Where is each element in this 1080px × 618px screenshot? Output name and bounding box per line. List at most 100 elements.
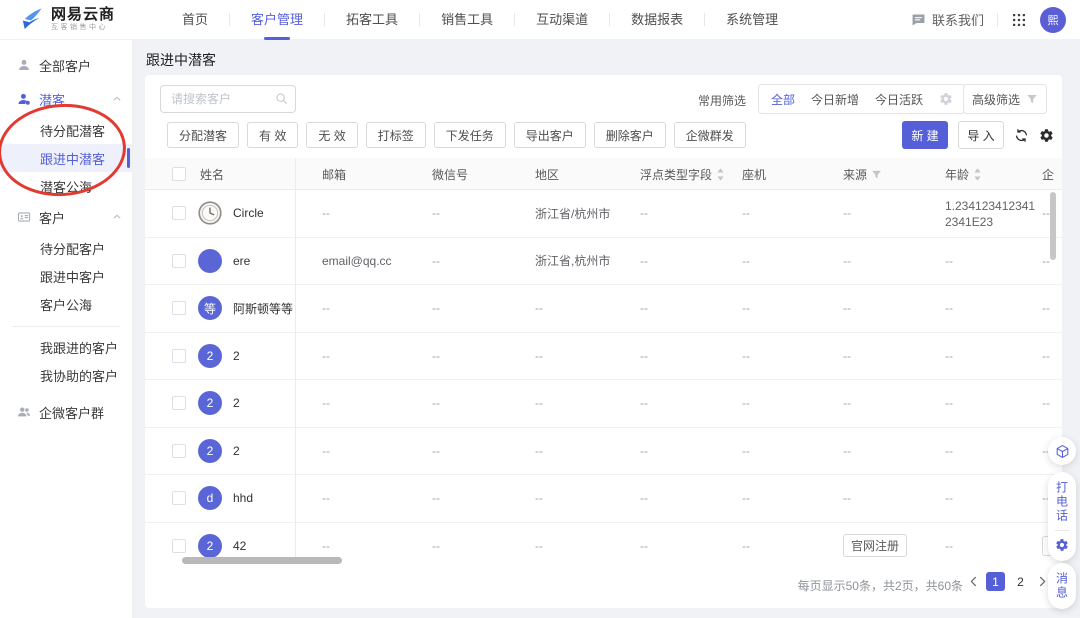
row-checkbox[interactable]	[172, 206, 186, 220]
cell-name[interactable]: 2	[233, 380, 240, 427]
dispatch-task-button[interactable]: 下发任务	[434, 122, 506, 148]
sidebar-item-wecom-customer-groups[interactable]: 企微客户群	[0, 395, 132, 429]
cell-name[interactable]: Circle	[233, 190, 264, 237]
funnel-icon	[1026, 93, 1038, 105]
page-button-2[interactable]: 2	[1011, 572, 1030, 591]
sidebar-item-pending-customers[interactable]: 待分配客户	[0, 234, 132, 262]
nav-item-interaction-channels[interactable]: 互动渠道	[515, 0, 609, 40]
page-button-1[interactable]: 1	[986, 572, 1005, 591]
filter-settings-gear-icon[interactable]	[939, 92, 953, 106]
row-checkbox[interactable]	[172, 539, 186, 553]
cell-name[interactable]: hhd	[233, 475, 253, 522]
row-checkbox[interactable]	[172, 491, 186, 505]
cell-wechat: --	[432, 380, 529, 427]
avatar	[198, 249, 222, 273]
wecom-group-send-button[interactable]: 企微群发	[674, 122, 746, 148]
export-customers-button[interactable]: 导出客户	[514, 122, 586, 148]
cell-float-field: --	[640, 428, 736, 475]
cell-landline: --	[742, 523, 837, 558]
cell-age: --	[945, 285, 1037, 332]
nav-item-system-management[interactable]: 系统管理	[705, 0, 799, 40]
sidebar-item-my-assisted-customers[interactable]: 我协助的客户	[0, 361, 132, 389]
sidebar-item-prospect-pool[interactable]: 潜客公海	[0, 172, 132, 200]
column-header-age[interactable]: 年龄	[945, 158, 982, 190]
divider	[1055, 530, 1069, 531]
avatar: 2	[198, 344, 222, 368]
vertical-scrollbar-thumb[interactable]	[1050, 192, 1056, 260]
nav-item-acquisition-tools[interactable]: 拓客工具	[325, 0, 419, 40]
cell-wechat: --	[432, 428, 529, 475]
column-header-float-field[interactable]: 浮点类型字段	[640, 158, 725, 190]
sidebar-item-customer-pool[interactable]: 客户公海	[0, 290, 132, 318]
row-checkbox[interactable]	[172, 301, 186, 315]
call-settings-gear-icon[interactable]	[1055, 538, 1069, 552]
column-header-enterprise: 企	[1042, 158, 1054, 190]
column-label: 浮点类型字段	[640, 166, 712, 183]
column-filter-icon[interactable]	[871, 169, 882, 180]
row-checkbox[interactable]	[172, 349, 186, 363]
row-checkbox[interactable]	[172, 254, 186, 268]
mini-program-button[interactable]	[1048, 437, 1076, 465]
column-header-source[interactable]: 来源	[843, 158, 882, 190]
tag-button[interactable]: 打标签	[366, 122, 426, 148]
sidebar-item-following-customers[interactable]: 跟进中客户	[0, 262, 132, 290]
sort-icon[interactable]	[973, 168, 982, 181]
nav-item-data-reports[interactable]: 数据报表	[610, 0, 704, 40]
advanced-filter-button[interactable]: 高级筛选	[963, 84, 1047, 114]
cell-wechat: --	[432, 523, 529, 558]
contact-us-button[interactable]: 联系我们	[911, 10, 984, 29]
quick-filter-today-active[interactable]: 今日活跃	[875, 91, 923, 108]
cell-name[interactable]: 2	[233, 333, 240, 380]
message-button[interactable]: 消息	[1054, 572, 1071, 600]
logo[interactable]: 网易云商 互客销售中心	[18, 6, 115, 33]
sidebar-menu: 全部客户潜客待分配潜客跟进中潜客潜客公海客户待分配客户跟进中客户客户公海我跟进的…	[0, 48, 132, 429]
cell-age: --	[945, 238, 1037, 285]
call-widget: 打电话	[1048, 472, 1076, 561]
row-checkbox[interactable]	[172, 444, 186, 458]
cell-float-field: --	[640, 380, 736, 427]
nav-item-home[interactable]: 首页	[161, 0, 229, 40]
toolbar: 分配潜客有 效无 效打标签下发任务导出客户删除客户企微群发	[167, 122, 746, 148]
cell-name[interactable]: 42	[233, 523, 246, 558]
sidebar-item-label: 我跟进的客户	[40, 338, 118, 357]
quick-filter-today-new[interactable]: 今日新增	[811, 91, 859, 108]
sidebar-item-my-following-customers[interactable]: 我跟进的客户	[0, 333, 132, 361]
delete-customers-button[interactable]: 删除客户	[594, 122, 666, 148]
refresh-icon[interactable]	[1014, 128, 1029, 143]
mark-invalid-button[interactable]: 无 效	[306, 122, 357, 148]
sidebar-item-following-prospects[interactable]: 跟进中潜客	[0, 144, 132, 172]
sidebar-item-prospects[interactable]: 潜客	[0, 82, 132, 116]
cell-name[interactable]: 阿斯顿等等	[233, 285, 293, 332]
cell-float-field: --	[640, 333, 736, 380]
nav-item-sales-tools[interactable]: 销售工具	[420, 0, 514, 40]
assign-prospects-button[interactable]: 分配潜客	[167, 122, 239, 148]
pagination: 12	[967, 572, 1049, 591]
user-avatar[interactable]: 熙	[1040, 7, 1066, 33]
call-button[interactable]: 打电话	[1054, 481, 1071, 523]
collapse-icon[interactable]	[112, 212, 122, 222]
sidebar-item-pending-prospects[interactable]: 待分配潜客	[0, 116, 132, 144]
sidebar-item-customers[interactable]: 客户	[0, 200, 132, 234]
cell-wechat: --	[432, 238, 529, 285]
import-button[interactable]: 导 入	[958, 121, 1004, 149]
collapse-icon[interactable]	[112, 94, 122, 104]
apps-grid-icon[interactable]	[1011, 12, 1027, 28]
quick-filter-all[interactable]: 全部	[771, 91, 795, 108]
sidebar-item-label: 潜客公海	[40, 177, 92, 196]
sidebar-item-all-customers[interactable]: 全部客户	[0, 48, 132, 82]
cell-name[interactable]: 2	[233, 428, 240, 475]
cell-name[interactable]: ere	[233, 238, 250, 285]
cell-age: --	[945, 333, 1037, 380]
sort-icon[interactable]	[716, 168, 725, 181]
mark-valid-button[interactable]: 有 效	[247, 122, 298, 148]
select-all-checkbox[interactable]	[172, 167, 186, 181]
table-settings-gear-icon[interactable]	[1039, 128, 1054, 143]
cell-email: --	[322, 428, 426, 475]
cell-landline: --	[742, 428, 837, 475]
row-checkbox[interactable]	[172, 396, 186, 410]
prev-page-button[interactable]	[967, 575, 980, 588]
nav-item-customer-management[interactable]: 客户管理	[230, 0, 324, 40]
create-button[interactable]: 新 建	[902, 121, 948, 149]
table-row: 22----------------	[145, 333, 1062, 381]
horizontal-scrollbar-thumb[interactable]	[182, 557, 342, 564]
